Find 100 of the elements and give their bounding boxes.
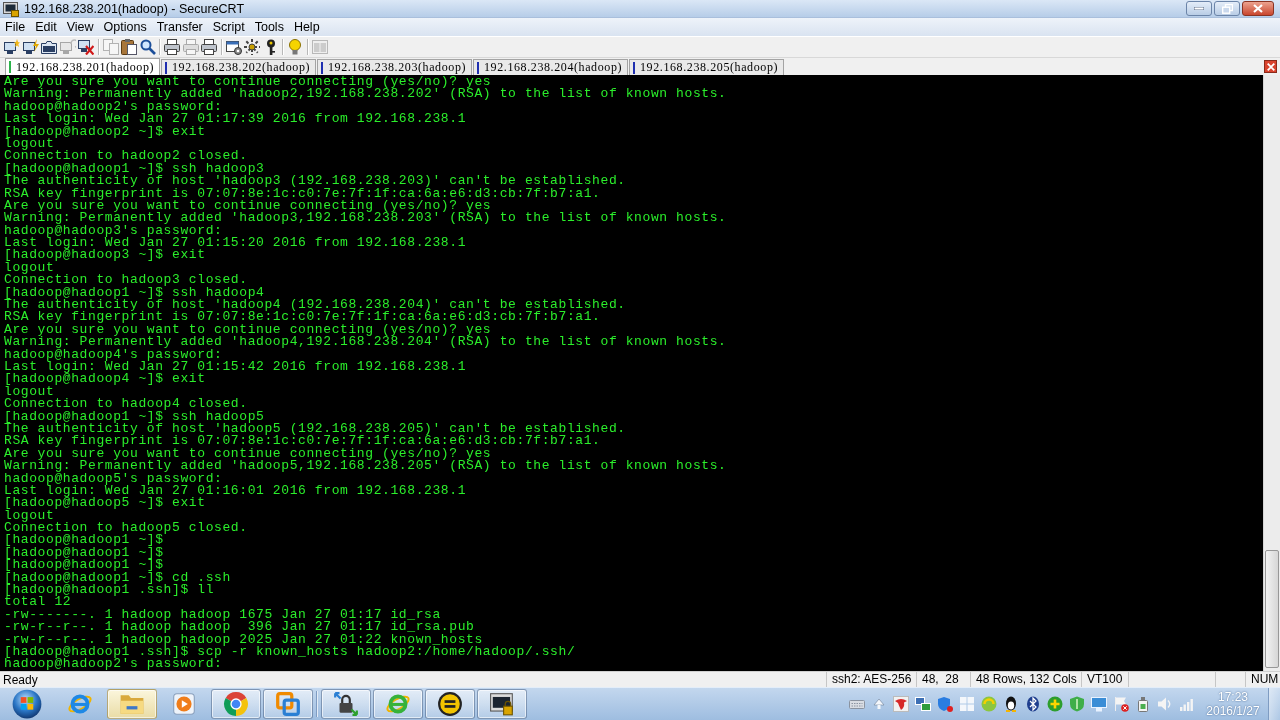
terminal-line: Warning: Permanently added 'hadoop2,192.168.238.202' (RSA) to the list of known hosts. — [4, 88, 727, 101]
close-icon — [1253, 4, 1263, 13]
close-icon — [1266, 62, 1275, 71]
terminal-line: Last login: Wed Jan 27 01:15:20 2016 from 192.168.238.1 — [4, 237, 467, 250]
bluetooth-icon[interactable] — [1025, 696, 1041, 712]
terminal-line: logout — [4, 261, 55, 275]
window-gear-icon[interactable] — [225, 39, 242, 55]
terminal-line: Are you sure you want to continue connecting (yes/no)? yes — [4, 447, 492, 461]
terminal-line: [hadoop@hadoop1 ~]$ ssh hadoop4 — [4, 286, 265, 300]
minimize-icon — [1194, 7, 1204, 10]
menu-item[interactable]: Script — [207, 20, 250, 34]
tab[interactable]: 192.168.238.202(hadoop) — [161, 59, 316, 75]
menu-item[interactable]: Transfer — [151, 20, 208, 34]
terminal-line: Connection to hadoop2 closed. — [4, 150, 248, 163]
terminal-line: [hadoop@hadoop1 .ssh]$ scp -r known_hosts hadoop2:/home/hadoop/.ssh/ — [4, 645, 576, 659]
window-tab-icon[interactable] — [41, 39, 58, 55]
terminal-line: Last login: Wed Jan 27 01:15:42 2016 from 192.168.238.1 — [4, 361, 467, 374]
plus-circle-icon[interactable] — [1047, 696, 1063, 712]
terminal-line: hadoop@hadoop3's password: — [4, 224, 223, 238]
terminal-line: [hadoop@hadoop4 ~]$ exit — [4, 373, 206, 386]
terminal-line: total 12 — [4, 596, 72, 609]
window-title: 192.168.238.201(hadoop) - SecureCRT — [24, 1, 245, 16]
terminal-line: [hadoop@hadoop2 ~]$ exit — [4, 125, 206, 138]
tab[interactable]: 192.168.238.203(hadoop) — [317, 59, 472, 75]
play-icon[interactable] — [171, 691, 197, 717]
taskbar-button[interactable] — [477, 689, 527, 719]
scrollbar-track[interactable] — [1263, 75, 1280, 671]
terminal-line: The authenticity of host 'hadoop4 (192.168.238.204)' can't be established. — [4, 299, 626, 312]
terminal-line: -rw-r--r--. 1 hadoop hadoop 2025 Jan 27 01:22 known_hosts — [4, 633, 483, 646]
network-icon[interactable] — [915, 696, 931, 712]
clock-time: 17:23 — [1218, 690, 1248, 704]
terminal-line: [hadoop@hadoop1 ~]$ cd .ssh — [4, 571, 231, 584]
scrollbar-thumb[interactable] — [1265, 550, 1279, 668]
taskbar-button[interactable] — [425, 689, 475, 719]
terminal-line: Connection to hadoop4 closed. — [4, 398, 248, 411]
tab[interactable]: 192.168.238.201(hadoop) — [5, 58, 160, 75]
tab[interactable]: 192.168.238.205(hadoop) — [629, 59, 784, 75]
terminal-line: RSA key fingerprint is 07:07:8e:1c:c0:7e:7f:1f:ca:6a:e6:d3:cb:7f:b7:a1. — [4, 187, 601, 200]
search-icon[interactable] — [139, 39, 156, 55]
terminal-line: [hadoop@hadoop3 ~]$ exit — [4, 249, 206, 262]
tab[interactable]: 192.168.238.204(hadoop) — [473, 59, 628, 75]
terminal-line: [hadoop@hadoop1 ~]$ — [4, 559, 164, 572]
menu-item[interactable]: Options — [98, 20, 152, 34]
terminal-line: hadoop@hadoop4's password: — [4, 348, 223, 361]
monitor-star-icon[interactable] — [4, 39, 21, 55]
terminal-line: hadoop@hadoop5's password: — [4, 472, 223, 485]
terminal-line: RSA key fingerprint is 07:07:8e:1c:c0:7e:7f:1f:ca:6a:e6:d3:cb:7f:b7:a1. — [4, 435, 601, 448]
show-desktop-button[interactable] — [1268, 688, 1280, 720]
flag-orb-icon[interactable] — [12, 689, 42, 719]
clock-date: 2016/1/27 — [1206, 704, 1260, 718]
monitor-bolt-icon[interactable] — [22, 39, 39, 55]
terminal-line: RSA key fingerprint is 07:07:8e:1c:c0:7e:7f:1f:ca:6a:e6:d3:cb:7f:b7:a1. — [4, 311, 601, 324]
terminal-line: Warning: Permanently added 'hadoop3,192.168.238.203' (RSA) to the list of known hosts. — [4, 212, 727, 225]
printer-icon[interactable] — [201, 39, 218, 55]
monitor-cross-icon[interactable] — [78, 39, 95, 55]
lightbulb-icon[interactable] — [287, 39, 304, 55]
terminal-pane[interactable] — [0, 75, 1263, 671]
monitor-icon[interactable] — [1091, 696, 1107, 712]
taskbar-button[interactable] — [321, 689, 371, 719]
close-button[interactable] — [1242, 1, 1274, 16]
terminal-line: logout — [4, 137, 55, 151]
terminal-line: Are you sure you want to continue connecting (yes/no)? yes — [4, 199, 492, 213]
minimize-button[interactable] — [1186, 1, 1212, 16]
close-tab-button[interactable] — [1264, 60, 1277, 73]
terminal-line: hadoop@hadoop2's password: — [4, 658, 223, 671]
terminal-line: [hadoop@hadoop1 ~]$ ssh hadoop3 — [4, 162, 265, 176]
clipboard-icon[interactable] — [121, 39, 138, 55]
disc-icon — [437, 691, 463, 717]
menu-item[interactable]: Edit — [30, 20, 62, 34]
menu-item[interactable]: Help — [288, 20, 325, 34]
window-padlock-icon — [3, 0, 19, 17]
terminal-line: logout — [4, 509, 55, 523]
flag-cross-icon[interactable] — [1113, 696, 1129, 712]
gear-icon[interactable] — [244, 39, 261, 55]
terminal-line: -rw-r--r--. 1 hadoop hadoop 396 Jan 27 01:17 id_rsa.pub — [4, 621, 475, 634]
terminal-line: Last login: Wed Jan 27 01:17:39 2016 from 192.168.238.1 — [4, 113, 467, 126]
window-padlock-icon — [489, 691, 515, 717]
overlapping-squares-icon — [275, 691, 301, 717]
terminal-line: logout — [4, 385, 55, 399]
terminal-line: Last login: Wed Jan 27 01:16:01 2016 from 192.168.238.1 — [4, 484, 467, 498]
plug-icon[interactable] — [1135, 696, 1151, 712]
terminal-line: Connection to hadoop5 closed. — [4, 522, 248, 535]
bird-icon[interactable] — [893, 696, 909, 712]
terminal-line: Warning: Permanently added 'hadoop4,192.168.238.204' (RSA) to the list of known hosts. — [4, 336, 727, 349]
terminal-line: Are you sure you want to continue connecting (yes/no)? yes — [4, 76, 492, 89]
terminal-line: [hadoop@hadoop1 ~]$ ssh hadoop5 — [4, 410, 265, 423]
terminal-line: Are you sure you want to continue connecting (yes/no)? yes — [4, 323, 492, 337]
terminal-line: [hadoop@hadoop1 .ssh]$ ll — [4, 584, 215, 597]
terminal-line: [hadoop@hadoop5 ~]$ exit — [4, 497, 206, 510]
menu-item[interactable]: Tools — [249, 20, 289, 34]
printer-icon[interactable] — [164, 39, 181, 55]
restore-button[interactable] — [1214, 1, 1240, 16]
menu-item[interactable]: File — [0, 20, 31, 34]
terminal-line: The authenticity of host 'hadoop5 (192.168.238.205)' can't be established. — [4, 422, 626, 436]
menu-item[interactable]: View — [61, 20, 99, 34]
penguin-icon[interactable] — [1003, 696, 1019, 712]
padlock-arrows-icon — [333, 691, 359, 717]
restore-icon — [1221, 3, 1233, 14]
terminal-line: Warning: Permanently added 'hadoop5,192.168.238.205' (RSA) to the list of known hosts. — [4, 460, 727, 473]
shield-icon[interactable] — [937, 696, 953, 712]
